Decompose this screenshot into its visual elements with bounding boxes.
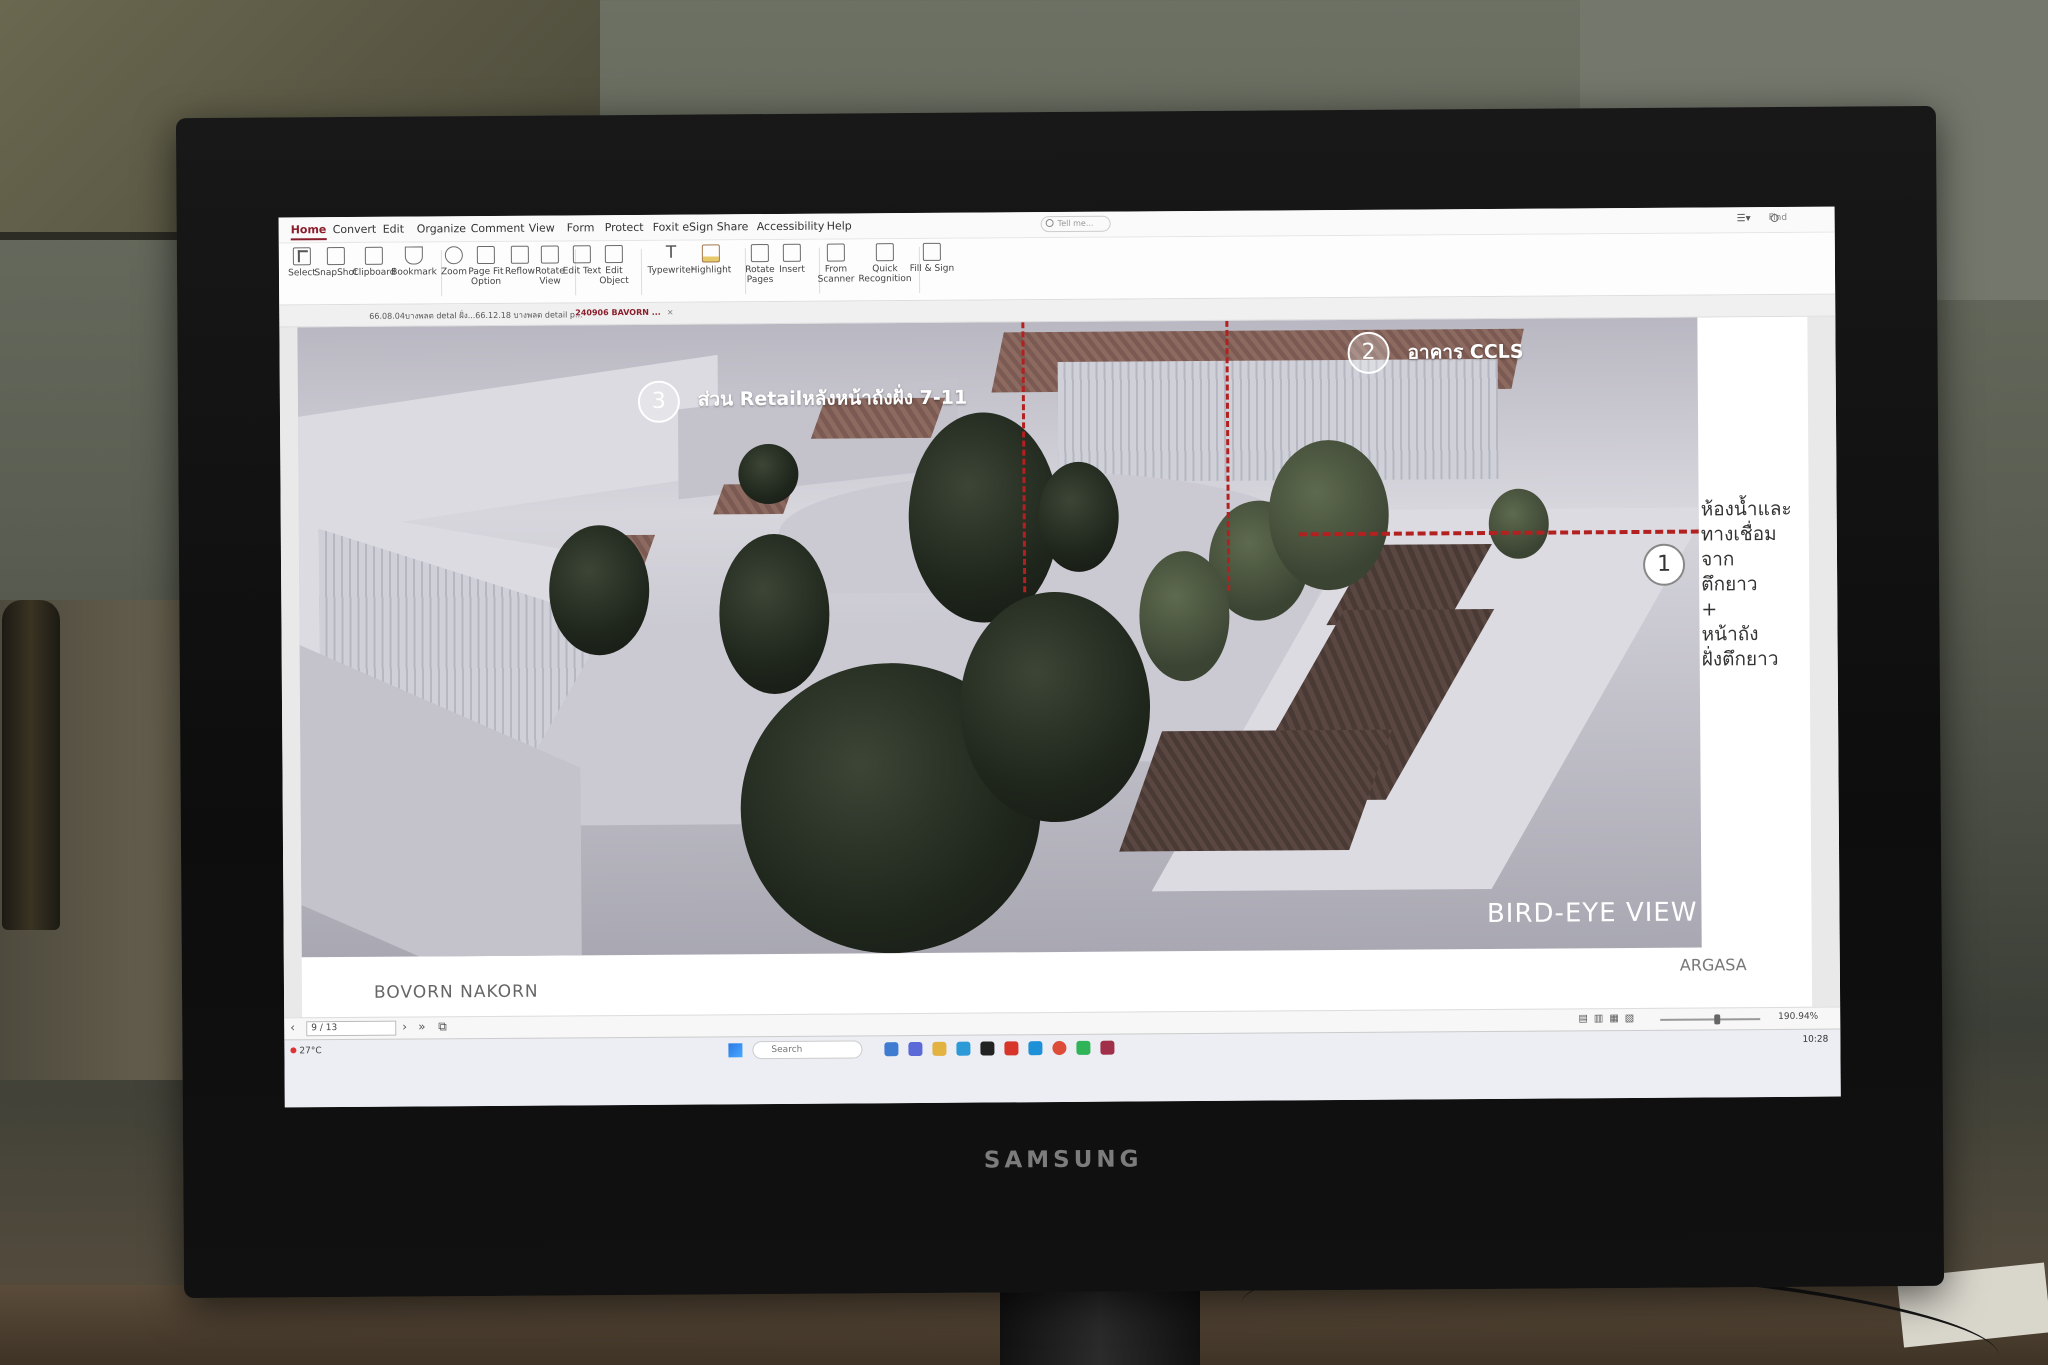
highlight-button[interactable]: Highlight	[683, 244, 739, 276]
bottle	[2, 600, 60, 930]
fill-sign-icon	[922, 242, 941, 261]
search-icon	[1770, 213, 1779, 223]
quick-recognition-label: Quick Recognition	[858, 264, 912, 285]
teams-icon[interactable]	[908, 1041, 923, 1057]
tab-comment[interactable]: Comment	[471, 222, 525, 235]
edit-object-icon	[604, 245, 623, 264]
bookmark-icon	[404, 246, 423, 265]
highlight-icon	[701, 244, 720, 263]
foxit-icon[interactable]	[1004, 1041, 1019, 1056]
tell-me-input[interactable]: Tell me...	[1040, 215, 1111, 233]
tree	[738, 443, 799, 505]
store-icon[interactable]	[956, 1041, 971, 1056]
long-building-roof	[1119, 729, 1393, 852]
ccls-building	[1057, 358, 1499, 483]
tab-protect[interactable]: Protect	[605, 221, 644, 234]
app-icon[interactable]	[1100, 1040, 1115, 1055]
page-fit-icon	[476, 245, 495, 265]
tab-share[interactable]: Share	[717, 220, 749, 233]
marker-2-caption: อาคาร CCLS	[1407, 340, 1524, 364]
marker-1: 1	[1642, 543, 1686, 586]
tree	[1038, 461, 1120, 573]
tell-me-placeholder: Tell me...	[1057, 218, 1094, 229]
taskbar: 27°C Search 10:28	[284, 1028, 1841, 1108]
insert-icon	[782, 243, 801, 262]
fill-sign-label: Fill & Sign	[909, 263, 955, 275]
tab-help[interactable]: Help	[827, 219, 852, 232]
marker-2: 2	[1347, 331, 1390, 374]
next-page-icon[interactable]: ›	[402, 1020, 407, 1034]
monitor-brand: SAMSUNG	[983, 1146, 1143, 1174]
tab-accessibility[interactable]: Accessibility	[757, 220, 825, 233]
marker-3: 3	[637, 380, 681, 423]
copy-view-icon[interactable]: ⧉	[438, 1019, 447, 1034]
taskbar-search[interactable]: Search	[752, 1040, 863, 1060]
app-icon[interactable]	[1028, 1041, 1043, 1056]
tree	[1138, 550, 1230, 682]
ribbon-toolbar: Select SnapShot Clipboard Bookmark Zoom …	[278, 232, 1836, 306]
edit-object-label: Edit Object	[599, 266, 629, 287]
rotate-view-icon	[540, 245, 559, 264]
zoom-level[interactable]: 190.94%	[1778, 1012, 1818, 1022]
line-icon[interactable]	[1076, 1040, 1091, 1055]
system-clock[interactable]: 10:28	[1802, 1035, 1828, 1045]
scanner-icon	[826, 243, 845, 262]
fill-sign-button[interactable]: Fill & Sign	[909, 242, 955, 275]
pdf-page: 3 ส่วน Retailหลังหน้าถังฝั่ง 7-11 2 อาคา…	[297, 316, 1813, 1018]
document-view[interactable]: 3 ส่วน Retailหลังหน้าถังฝั่ง 7-11 2 อาคา…	[279, 316, 1841, 1018]
doc-tab-active[interactable]: 240906 BAVORN ... ×	[575, 308, 673, 318]
view-options-icon[interactable]: ☰▾	[1737, 213, 1751, 224]
select-icon	[292, 247, 311, 266]
view-label: BIRD-EYE VIEW	[1486, 897, 1698, 930]
tab-form[interactable]: Form	[567, 221, 595, 234]
screen: Home Convert Edit Organize Comment View …	[278, 206, 1841, 1108]
tab-home[interactable]: Home	[290, 223, 327, 241]
tree	[907, 412, 1060, 624]
doc-tab-2[interactable]: 66.12.18 บางพลต detail p...	[475, 308, 582, 322]
clipboard-icon	[364, 246, 383, 265]
quick-recognition-button[interactable]: Quick Recognition	[853, 243, 917, 284]
page-number-input[interactable]: 9 / 13	[306, 1020, 397, 1037]
find-input[interactable]: Find	[1755, 213, 1825, 227]
last-page-icon[interactable]: »	[418, 1019, 425, 1033]
ocr-icon	[875, 243, 894, 262]
edit-object-button[interactable]: Edit Object	[591, 245, 637, 286]
project-name: BOVORN NAKORN	[373, 981, 539, 1003]
marker-1-note: ห้องน้ำและ ทางเชื่อมจาก ตึกยาว + หน้าถัง…	[1700, 497, 1792, 671]
firm-logo: ARGASA	[1679, 955, 1747, 975]
tree	[548, 524, 650, 656]
highlight-label: Highlight	[690, 265, 732, 276]
edit-text-icon	[572, 245, 591, 264]
edge-icon[interactable]	[884, 1042, 899, 1057]
tree	[1488, 488, 1550, 560]
close-icon[interactable]: ×	[667, 308, 674, 317]
tree	[1268, 439, 1390, 591]
tab-view[interactable]: View	[529, 222, 555, 235]
doc-tab-active-title: 240906 BAVORN ...	[575, 307, 661, 318]
tab-convert[interactable]: Convert	[333, 223, 377, 236]
app-icon[interactable]	[980, 1041, 995, 1056]
previous-page-icon[interactable]: ‹	[290, 1020, 295, 1034]
bird-eye-rendering: 3 ส่วน Retailหลังหน้าถังฝั่ง 7-11 2 อาคา…	[297, 317, 1702, 958]
windows-start-icon[interactable]	[728, 1043, 743, 1058]
page-layout-icons[interactable]: ▤▥▦▧	[1578, 1013, 1640, 1024]
tree	[718, 533, 830, 695]
zoom-slider-knob[interactable]	[1714, 1014, 1721, 1025]
tab-organize[interactable]: Organize	[417, 222, 466, 235]
file-explorer-icon[interactable]	[932, 1041, 947, 1056]
zoom-slider[interactable]	[1660, 1014, 1761, 1025]
snapshot-icon	[326, 246, 345, 266]
marker-3-caption: ส่วน Retailหลังหน้าถังฝั่ง 7-11	[697, 386, 968, 411]
doc-tab-1[interactable]: 66.08.04บางพลต detal ฝั่ง...	[369, 309, 475, 323]
typewriter-icon	[662, 245, 680, 263]
monitor: SAMSUNG Home Convert Edit Organize Comme…	[175, 105, 1945, 1299]
rotate-pages-icon	[750, 244, 769, 263]
weather-widget[interactable]: 27°C	[290, 1046, 321, 1056]
zoom-icon	[444, 246, 463, 265]
chrome-icon[interactable]	[1052, 1040, 1067, 1056]
tab-foxit-esign[interactable]: Foxit eSign	[653, 220, 714, 233]
lightbulb-icon	[1045, 219, 1054, 228]
tab-edit[interactable]: Edit	[383, 223, 404, 236]
tree	[959, 591, 1151, 823]
